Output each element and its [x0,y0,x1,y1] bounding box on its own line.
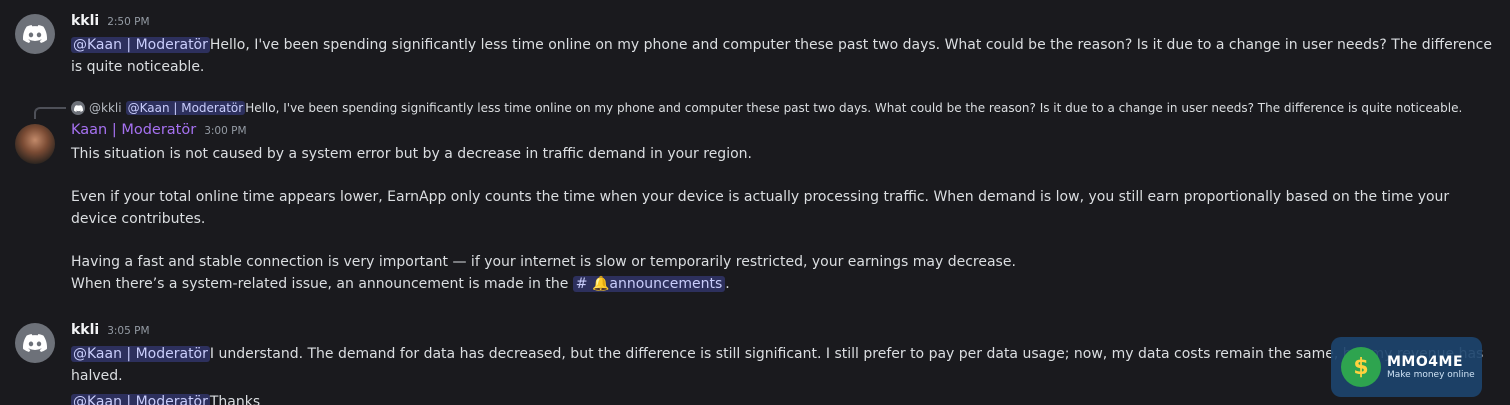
message-line: @Kaan | Moderatör Thanks [71,391,1496,405]
watermark-subtitle: Make money online [1387,370,1475,380]
message-text: Thanks [209,394,261,405]
message-header: kkli 2:50 PM [71,13,150,31]
message-line: @Kaan | Moderatör I understand. The deman… [71,343,1496,387]
message-header: Kaan | Moderatör 3:00 PM [71,122,247,140]
bell-icon: 🔔 [591,276,610,292]
username[interactable]: kkli [71,322,99,338]
timestamp[interactable]: 3:05 PM [107,325,149,337]
paragraph: Even if your total online time appears l… [71,189,1450,227]
user-avatar[interactable] [15,14,55,54]
reply-username[interactable]: @kkli [89,101,122,115]
username[interactable]: Kaan | Moderatör [71,122,196,138]
watermark-title: MMO4ME [1387,354,1464,370]
username[interactable]: kkli [71,13,99,29]
paragraph: Having a fast and stable connection is v… [71,254,1016,270]
reply-connector [34,107,66,119]
chat-message-list: kkli 2:50 PM @Kaan | Moderatör Hello, I'v… [0,0,1510,405]
discord-logo-icon [23,334,47,352]
channel-hash-icon: # [575,276,588,292]
timestamp[interactable]: 3:00 PM [204,125,246,137]
message-content: @Kaan | Moderatör Hello, I've been spendi… [71,34,1496,78]
channel-link[interactable]: # 🔔announcements [572,276,726,292]
mmo4me-watermark: $ MMO4ME Make money online [1331,337,1482,397]
paragraph-text: When there’s a system-related issue, an … [71,276,569,292]
paragraph: When there’s a system-related issue, an … [71,273,1496,295]
reply-preview[interactable]: @kkli @Kaan | Moderatör Hello, I've been… [71,100,1462,116]
paragraph-end: . [725,276,730,292]
user-mention[interactable]: @Kaan | Moderatör [71,346,210,362]
message-text: I understand. The demand for data has de… [71,346,1484,384]
user-mention[interactable]: @Kaan | Moderatör [71,394,210,405]
reply-avatar-icon [71,101,85,115]
message-text: Hello, I've been spending significantly … [71,37,1492,75]
timestamp[interactable]: 2:50 PM [107,16,149,28]
watermark-text: MMO4ME Make money online [1387,354,1475,380]
reply-text: Hello, I've been spending significantly … [245,101,1463,115]
message-header: kkli 3:05 PM [71,322,150,340]
moderator-avatar[interactable] [15,124,55,164]
message-content: @Kaan | Moderatör I understand. The deman… [71,343,1496,405]
reply-mention[interactable]: @Kaan | Moderatör [125,101,246,115]
message-content: This situation is not caused by a system… [71,143,1496,295]
user-avatar[interactable] [15,323,55,363]
user-mention[interactable]: @Kaan | Moderatör [71,37,210,53]
dollar-logo-icon: $ [1341,347,1381,387]
channel-name: announcements [609,276,723,292]
paragraph: This situation is not caused by a system… [71,146,752,162]
discord-logo-icon [23,25,47,43]
